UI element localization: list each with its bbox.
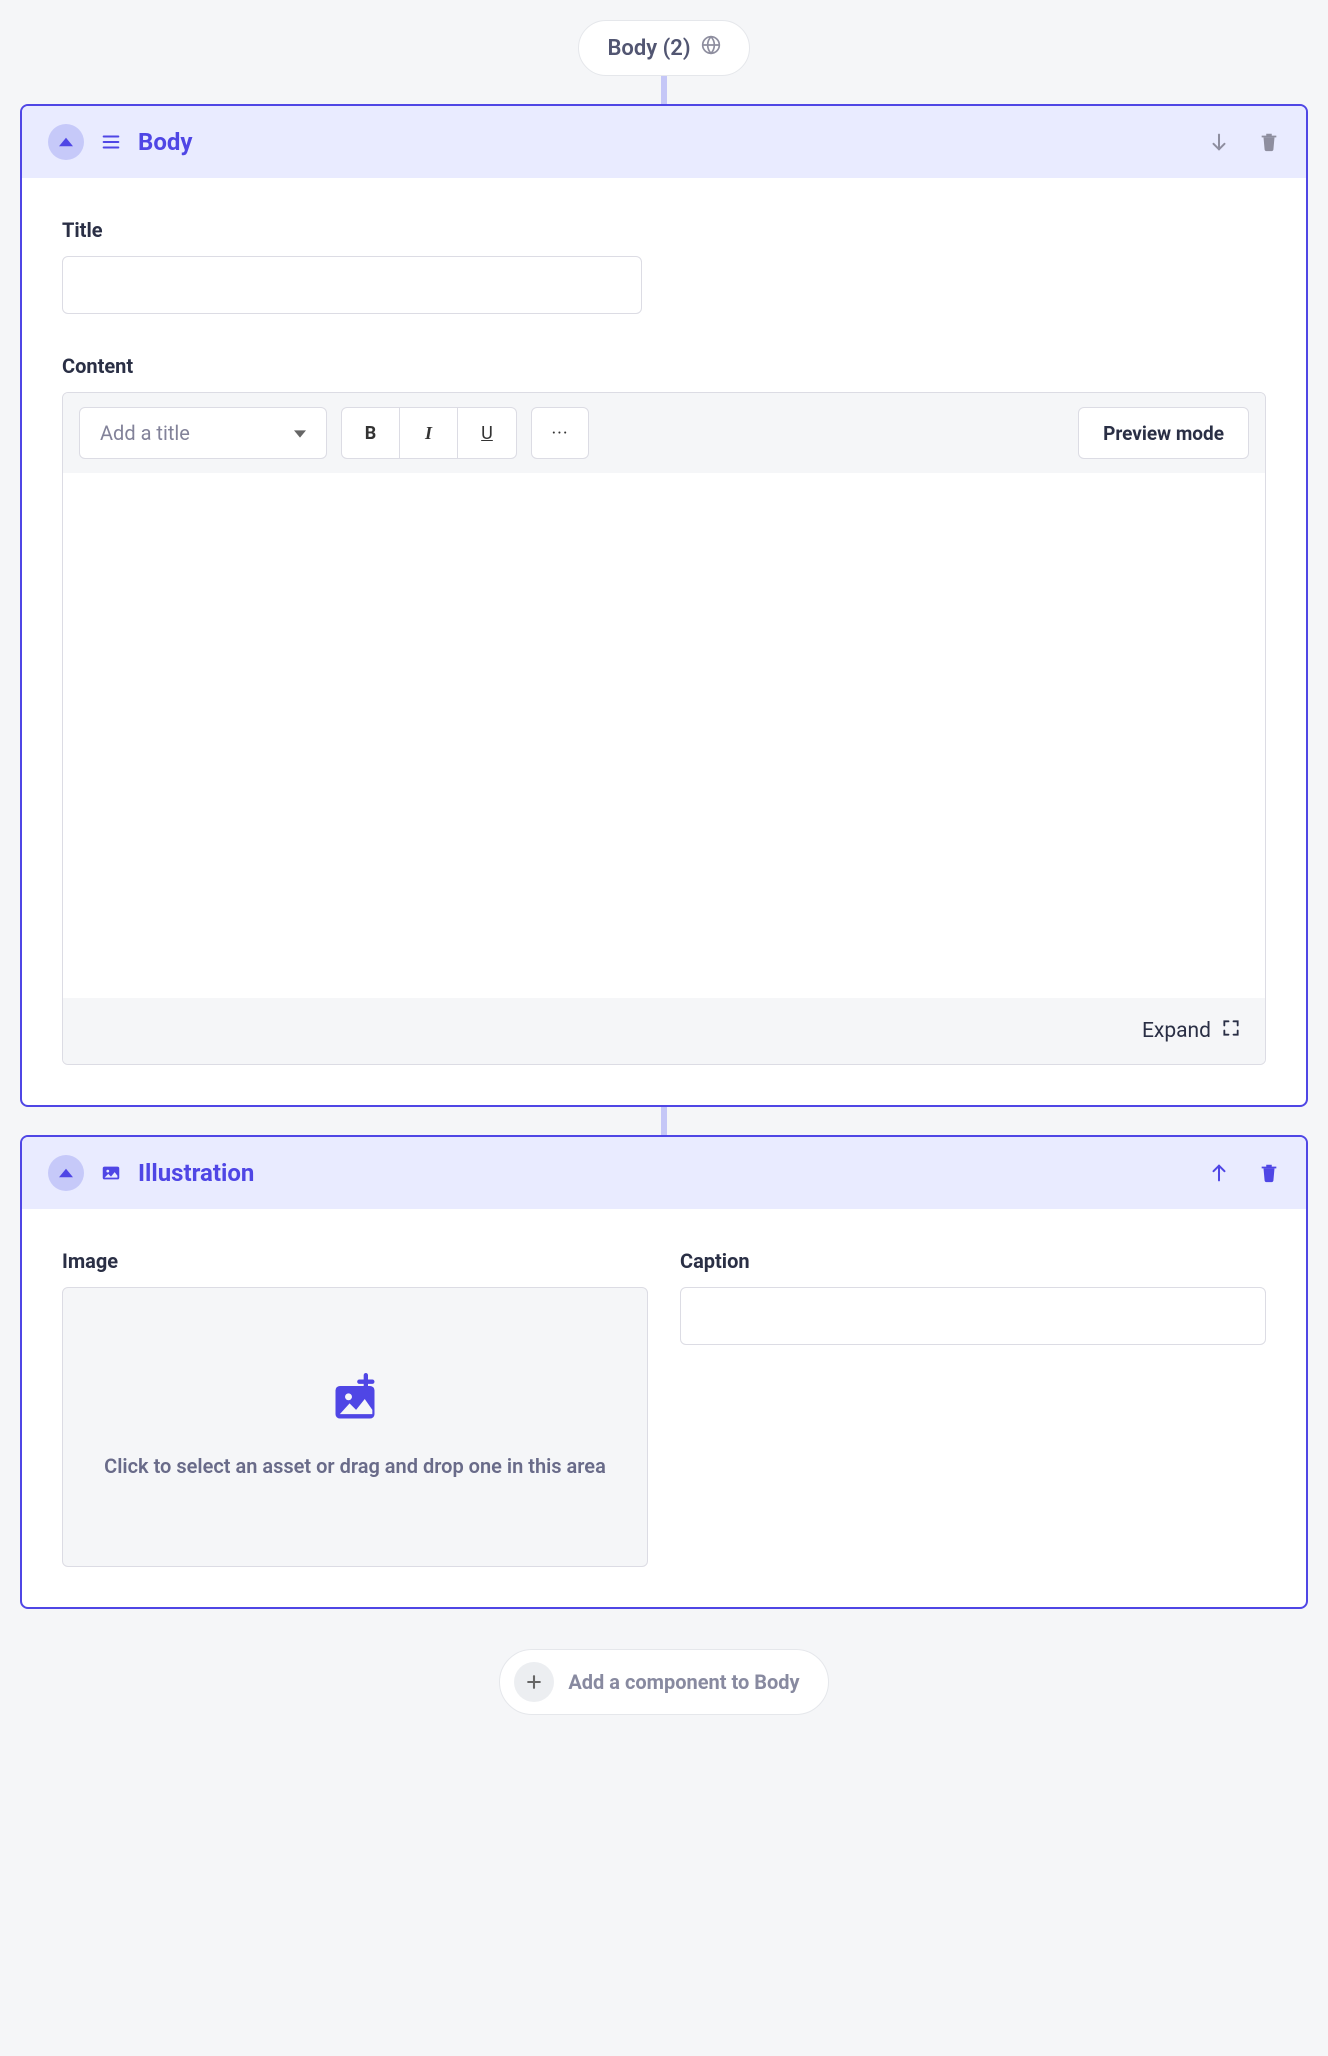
image-dropzone[interactable]: Click to select an asset or drag and dro… bbox=[62, 1287, 648, 1567]
content-label: Content bbox=[62, 354, 1266, 378]
chevron-down-icon bbox=[294, 421, 306, 445]
zone-badge: Body (2) bbox=[578, 20, 749, 76]
underline-button[interactable]: U bbox=[458, 408, 516, 458]
caption-label: Caption bbox=[680, 1249, 1266, 1273]
body-panel-header: Body bbox=[22, 106, 1306, 178]
image-label: Image bbox=[62, 1249, 648, 1273]
expand-button[interactable]: Expand bbox=[63, 998, 1265, 1064]
illustration-panel-header: Illustration bbox=[22, 1137, 1306, 1209]
image-drop-text: Click to select an asset or drag and dro… bbox=[104, 1451, 606, 1481]
delete-illustration-button[interactable] bbox=[1258, 1162, 1280, 1184]
connector-line bbox=[661, 76, 667, 104]
expand-icon bbox=[1221, 1018, 1241, 1044]
add-component-button[interactable]: Add a component to Body bbox=[499, 1649, 828, 1715]
illustration-panel: Illustration Image bbox=[20, 1135, 1308, 1609]
title-input[interactable] bbox=[62, 256, 642, 314]
heading-dropdown-label: Add a title bbox=[100, 421, 190, 445]
title-label: Title bbox=[62, 218, 1266, 242]
expand-label: Expand bbox=[1142, 1019, 1211, 1043]
bold-button[interactable]: B bbox=[342, 408, 400, 458]
rich-text-editor: Add a title B I U ··· Preview mode Expan… bbox=[62, 392, 1266, 1065]
move-down-button[interactable] bbox=[1208, 131, 1230, 153]
plus-icon bbox=[514, 1662, 554, 1702]
add-image-icon bbox=[329, 1373, 381, 1433]
preview-mode-button[interactable]: Preview mode bbox=[1078, 407, 1249, 459]
caption-input[interactable] bbox=[680, 1287, 1266, 1345]
body-panel-title: Body bbox=[138, 128, 1192, 156]
connector-line bbox=[661, 1107, 667, 1135]
globe-icon bbox=[701, 35, 721, 61]
image-type-icon bbox=[100, 1162, 122, 1184]
move-up-button[interactable] bbox=[1208, 1162, 1230, 1184]
content-editor[interactable] bbox=[63, 473, 1265, 998]
more-formatting-button[interactable]: ··· bbox=[531, 407, 589, 459]
body-panel: Body Title Content Add a title bbox=[20, 104, 1308, 1107]
heading-dropdown[interactable]: Add a title bbox=[79, 407, 327, 459]
collapse-button[interactable] bbox=[48, 124, 84, 160]
italic-button[interactable]: I bbox=[400, 408, 458, 458]
illustration-panel-title: Illustration bbox=[138, 1159, 1192, 1187]
zone-label: Body (2) bbox=[607, 36, 690, 61]
add-component-label: Add a component to Body bbox=[568, 1670, 799, 1694]
collapse-button[interactable] bbox=[48, 1155, 84, 1191]
body-text-type-icon bbox=[100, 131, 122, 153]
delete-body-button[interactable] bbox=[1258, 131, 1280, 153]
